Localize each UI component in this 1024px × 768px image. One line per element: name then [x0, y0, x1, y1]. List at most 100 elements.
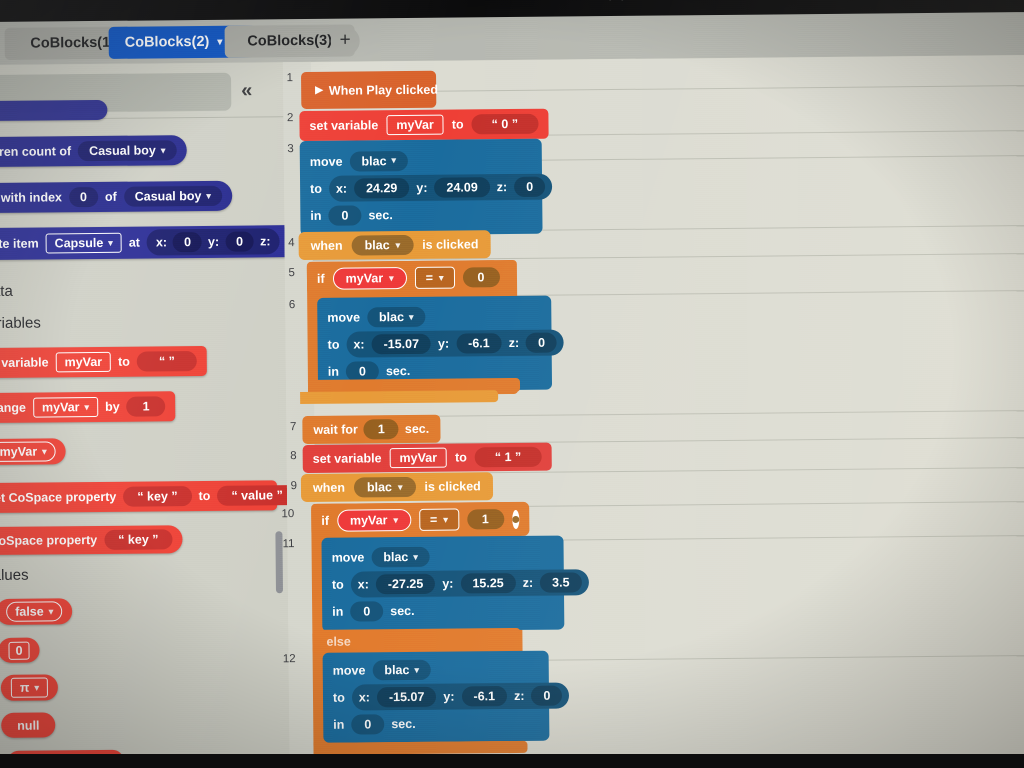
amount-field[interactable]: 1: [126, 396, 166, 417]
duration-field[interactable]: 0: [328, 204, 362, 226]
item-type-dropdown[interactable]: Capsule ▾: [45, 232, 122, 254]
index-field[interactable]: 0: [68, 186, 99, 208]
y-field[interactable]: -6.1: [456, 333, 502, 354]
block-set-variable-0[interactable]: set variable myVar to “ 0 ”: [299, 108, 549, 142]
boolean-dropdown[interactable]: false ▾: [6, 601, 63, 622]
block-when-play-clicked[interactable]: ▶ When Play clicked: [300, 70, 438, 110]
target-dropdown[interactable]: Casual boy ▾: [123, 185, 223, 207]
value-field[interactable]: “ 1 ”: [474, 446, 542, 468]
palette-block-create-item[interactable]: create item Capsule ▾ at x: 0 y: 0 z:: [0, 225, 290, 261]
z-field[interactable]: 3.5: [540, 572, 582, 593]
block-set-variable-1[interactable]: set variable myVar to “ 1 ”: [302, 442, 552, 474]
chevron-down-icon[interactable]: ▾: [389, 273, 394, 284]
chevron-down-icon[interactable]: ▾: [217, 36, 222, 47]
add-tab-button[interactable]: +: [330, 26, 360, 56]
workspace-vertical-scrollbar[interactable]: [275, 531, 283, 594]
target-dropdown[interactable]: blac ▾: [351, 234, 414, 256]
palette-block-cospace-property[interactable]: CoSpace property “ key ”: [0, 525, 183, 556]
palette-block-set-cospace-property[interactable]: set CoSpace property “ key ” to “ value …: [0, 480, 290, 514]
compare-value-field[interactable]: 0: [462, 267, 500, 288]
value-field[interactable]: “ ”: [136, 351, 197, 372]
palette-block-set-variable[interactable]: set variable myVar to “ ”: [0, 345, 208, 379]
chevron-down-icon[interactable]: ▾: [391, 155, 396, 166]
chevron-down-icon[interactable]: ▾: [443, 514, 448, 525]
play-triangle-icon: ▶: [315, 84, 323, 96]
variable-dropdown[interactable]: myVar ▾: [336, 508, 412, 532]
number-field[interactable]: 0: [8, 641, 30, 660]
block-else[interactable]: else: [312, 627, 521, 654]
variable-dropdown[interactable]: myVar ▾: [32, 396, 99, 418]
block-wait-for[interactable]: wait for 1 sec.: [302, 414, 441, 445]
target-dropdown[interactable]: blac ▾: [353, 476, 416, 498]
chevron-down-icon[interactable]: ▾: [396, 240, 401, 251]
palette-block-partial-top[interactable]: [0, 99, 108, 122]
palette-block-value-number[interactable]: 0: [0, 637, 40, 663]
value-field[interactable]: “ 0 ”: [471, 113, 539, 135]
key-field[interactable]: “ key ”: [104, 529, 173, 550]
x-field[interactable]: -27.25: [375, 573, 436, 595]
palette-block-change-variable[interactable]: change myVar ▾ by 1: [0, 391, 176, 424]
variable-dropdown[interactable]: myVar: [389, 447, 448, 469]
x-field[interactable]: -15.07: [376, 686, 437, 708]
palette-block-children-count[interactable]: children count of Casual boy ▾: [0, 135, 187, 168]
y-field[interactable]: 24.09: [434, 176, 490, 198]
variable-dropdown[interactable]: myVar ▾: [0, 441, 56, 463]
redo-button[interactable]: Redo: [0, 0, 31, 1]
y-field[interactable]: 15.25: [460, 572, 516, 594]
palette-block-value-null[interactable]: null: [1, 712, 56, 738]
target-dropdown[interactable]: blac ▾: [366, 306, 426, 328]
variable-dropdown[interactable]: myVar ▾: [332, 267, 407, 290]
chevron-down-icon[interactable]: ▾: [393, 515, 398, 526]
block-when-clicked-1[interactable]: when blac ▾ is clicked: [298, 230, 491, 261]
block-move-1[interactable]: move blac ▾ to x: 24.29 y: 24.09 z: 0 in…: [299, 138, 553, 237]
variable-label: myVar: [345, 271, 384, 286]
block-if-header-2[interactable]: if myVar ▾ = ▾ 1: [311, 501, 530, 538]
y-field[interactable]: -6.1: [461, 686, 508, 707]
palette-block-child-with-index[interactable]: child with index 0 of Casual boy ▾: [0, 180, 233, 214]
block-move-4[interactable]: move blac ▾ to x: -15.07 y: -6.1 z: 0 in…: [322, 650, 570, 743]
x-field[interactable]: 24.29: [353, 177, 410, 199]
chevron-down-icon[interactable]: ▾: [161, 145, 166, 156]
compare-value-field[interactable]: 1: [466, 509, 504, 530]
chevron-down-icon[interactable]: ▾: [34, 682, 39, 693]
constant-dropdown[interactable]: π ▾: [10, 677, 49, 698]
to-label: to: [310, 181, 322, 196]
chevron-down-icon[interactable]: ▾: [206, 190, 211, 201]
operator-dropdown[interactable]: = ▾: [418, 508, 459, 531]
target-dropdown[interactable]: blac ▾: [371, 546, 430, 568]
chevron-down-icon[interactable]: ▾: [84, 402, 89, 413]
z-field[interactable]: 0: [531, 685, 563, 706]
chevron-down-icon[interactable]: ▾: [439, 272, 444, 283]
block-when-clicked-2[interactable]: when blac ▾ is clicked: [300, 472, 493, 503]
z-field[interactable]: 0: [514, 176, 546, 197]
chevron-down-icon[interactable]: ▾: [108, 237, 113, 248]
palette-block-variable-getter[interactable]: myVar ▾: [0, 438, 66, 466]
chevron-down-icon[interactable]: ▾: [409, 311, 414, 322]
chevron-down-icon[interactable]: ▾: [413, 551, 418, 562]
wait-amount-field[interactable]: 1: [363, 419, 399, 440]
x-field[interactable]: 0: [172, 231, 203, 253]
key-field[interactable]: “ key ”: [123, 486, 192, 507]
block-if-header-1[interactable]: if myVar ▾ = ▾ 0: [306, 260, 500, 296]
duration-field[interactable]: 0: [351, 714, 385, 735]
target-dropdown[interactable]: Casual boy ▾: [78, 140, 177, 162]
z-field[interactable]: 0: [525, 332, 558, 353]
palette-block-value-pi[interactable]: π ▾: [0, 674, 59, 701]
chevron-down-icon[interactable]: ▾: [414, 664, 419, 675]
block-move-3[interactable]: move blac ▾ to x: -27.25 y: 15.25 z: 3.5…: [321, 535, 589, 632]
duration-field[interactable]: 0: [350, 601, 384, 622]
variable-dropdown[interactable]: myVar: [386, 114, 444, 136]
instructions-button[interactable]: Instructions: [608, 0, 674, 3]
collapse-panel-button[interactable]: «: [241, 80, 250, 103]
x-field[interactable]: -15.07: [371, 333, 432, 355]
chevron-down-icon[interactable]: ▾: [398, 482, 403, 493]
target-dropdown[interactable]: blac ▾: [349, 150, 409, 172]
palette-block-value-false[interactable]: false ▾: [0, 598, 73, 625]
target-dropdown[interactable]: blac ▾: [372, 659, 432, 681]
chevron-down-icon[interactable]: ▾: [42, 446, 47, 457]
gear-icon[interactable]: [511, 509, 520, 529]
variable-dropdown[interactable]: myVar: [55, 351, 112, 373]
chevron-down-icon[interactable]: ▾: [49, 606, 54, 617]
operator-dropdown[interactable]: = ▾: [414, 266, 455, 289]
y-field[interactable]: 0: [225, 231, 255, 252]
